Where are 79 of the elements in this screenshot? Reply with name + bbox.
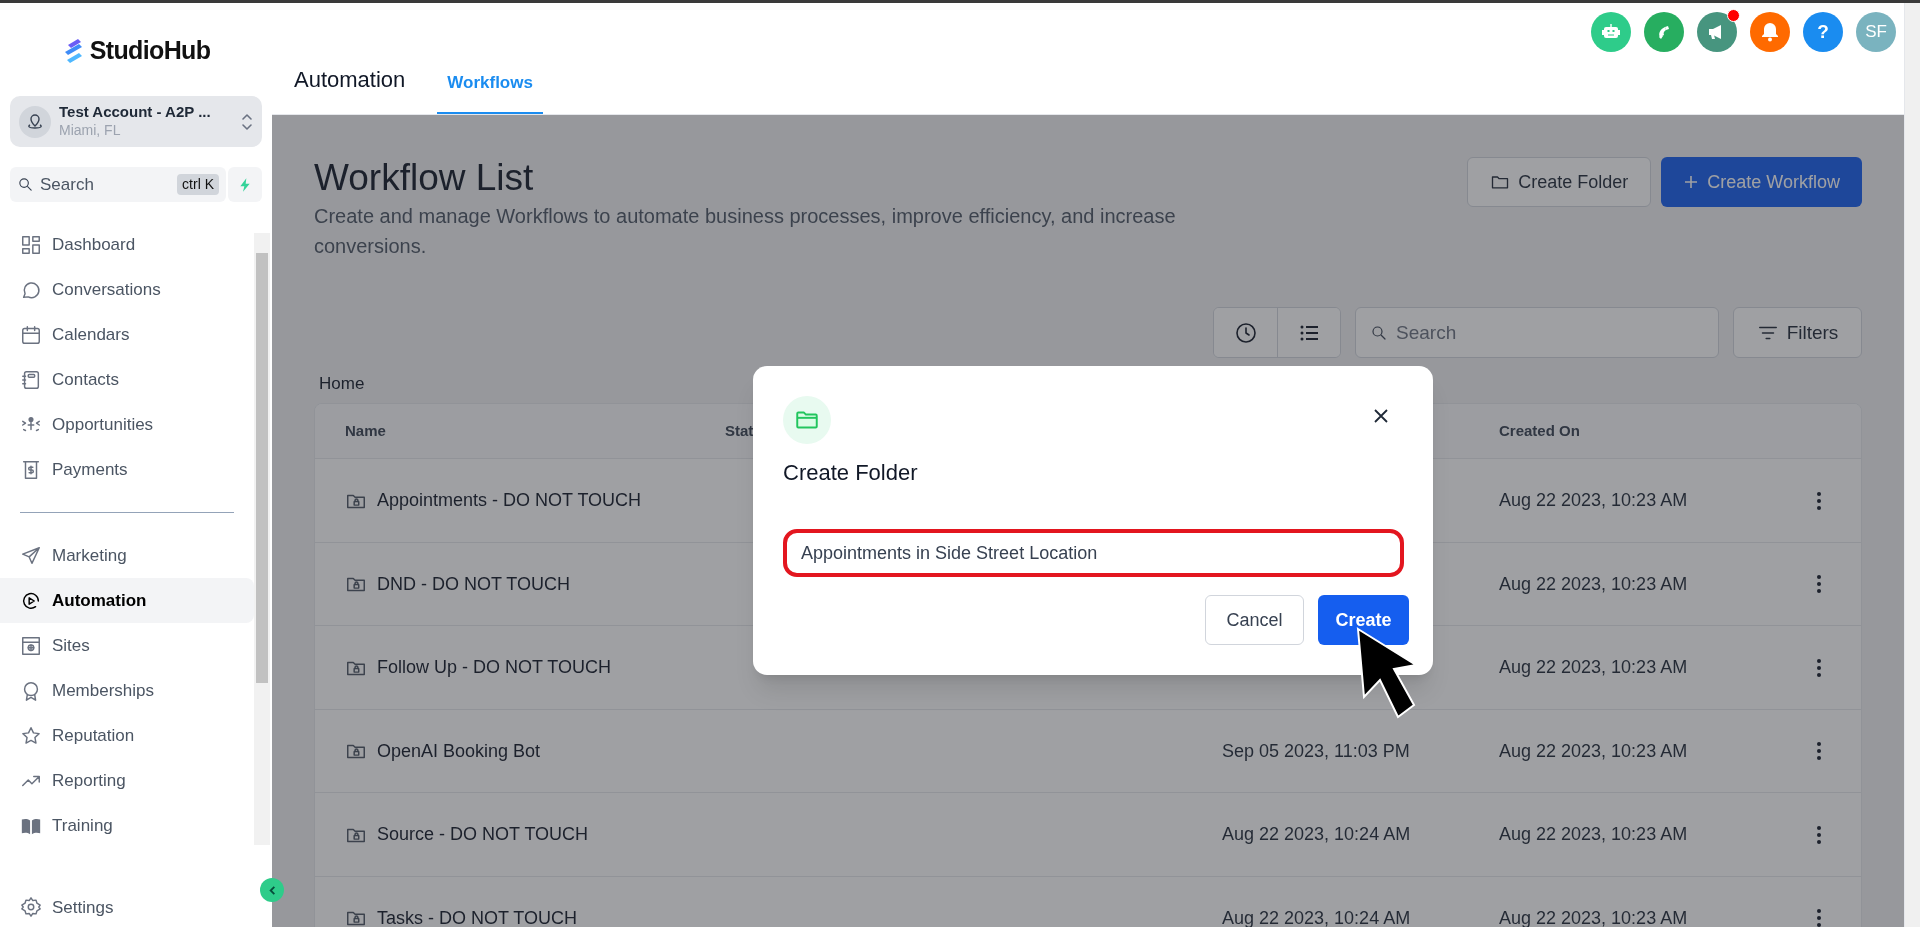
- page-subtitle: Create and manage Workflows to automate business processes, improve efficiency, and increase conversions.: [314, 204, 1177, 260]
- search-icon: [1370, 323, 1388, 342]
- calendar-icon: [20, 323, 42, 346]
- more-options-icon[interactable]: [1817, 909, 1821, 927]
- column-header: Created On: [1499, 422, 1580, 439]
- nav-item[interactable]: Marketing: [0, 533, 254, 579]
- nav-item[interactable]: Payments: [0, 447, 254, 493]
- settings-icon: [20, 896, 42, 919]
- filters-button[interactable]: Filters: [1733, 307, 1862, 359]
- nav-item[interactable]: Opportunities: [0, 402, 254, 448]
- nav-item[interactable]: Calendars: [0, 312, 254, 358]
- table-cell-text: Aug 22 2023, 10:23 AM: [1499, 906, 1688, 927]
- collapse-sidebar-button[interactable]: [260, 878, 284, 902]
- search-icon: [17, 176, 34, 194]
- cancel-button[interactable]: Cancel: [1205, 595, 1304, 645]
- nav-item[interactable]: Reputation: [0, 713, 254, 759]
- address-book-icon: [20, 368, 42, 391]
- chevron-left-icon: [266, 884, 278, 896]
- shortcut-key: ctrl K: [177, 174, 219, 196]
- table-cell-text: Follow Up - DO NOT TOUCH: [377, 656, 612, 679]
- bell-button[interactable]: [1750, 11, 1790, 52]
- table-cell-text: DND - DO NOT TOUCH: [377, 572, 570, 596]
- page-title: Workflow List: [314, 156, 535, 200]
- table-cell-text: Aug 22 2023, 10:24 AM: [1222, 823, 1411, 846]
- nav-item[interactable]: Contacts: [0, 357, 254, 403]
- nav-item[interactable]: Memberships: [0, 668, 254, 714]
- phone-button[interactable]: [1644, 11, 1684, 52]
- more-options-icon[interactable]: [1817, 491, 1821, 510]
- dialog-title: Create Folder: [783, 459, 919, 487]
- search-placeholder: Search: [40, 173, 95, 196]
- create-folder-button[interactable]: Create Folder: [1467, 157, 1652, 207]
- table-cell-text: Aug 22 2023, 10:23 AM: [1499, 823, 1688, 846]
- more-options-icon[interactable]: [1817, 742, 1821, 760]
- chevron-up-down-icon: [241, 111, 253, 132]
- table-cell-text: Aug 22 2023, 10:23 AM: [1499, 739, 1688, 763]
- create-button[interactable]: Create: [1318, 595, 1409, 645]
- plus-icon: [1683, 174, 1700, 190]
- web-page-icon: [20, 634, 42, 657]
- nav-item[interactable]: Settings: [0, 887, 272, 927]
- search-placeholder: Search: [1396, 320, 1457, 345]
- nav-item[interactable]: Reporting: [0, 758, 254, 804]
- column-header: Stat: [725, 422, 754, 439]
- table-cell-text: Source - DO NOT TOUCH: [377, 823, 589, 846]
- star-icon: [20, 724, 42, 747]
- nav-item[interactable]: Sites: [0, 623, 254, 669]
- table-cell-text: OpenAI Booking Bot: [377, 739, 541, 763]
- table-cell-text: Tasks - DO NOT TOUCH: [377, 906, 578, 927]
- folder-icon: [783, 396, 831, 444]
- table-cell-text: Sep 05 2023, 11:03 PM: [1222, 739, 1410, 763]
- paper-plane-icon: [20, 544, 42, 567]
- clock-icon: [1233, 320, 1258, 345]
- account-switcher[interactable]: Test Account - A2P ... Miami, FL: [10, 96, 262, 148]
- page-section-title: Automation: [294, 66, 406, 94]
- brand-name: StudioHub: [89, 35, 211, 67]
- breadcrumb: Home: [319, 373, 366, 396]
- nav-item[interactable]: Dashboard: [0, 222, 254, 268]
- table-cell-text: Appointments - DO NOT TOUCH: [377, 489, 642, 512]
- nav-item[interactable]: Automation: [0, 578, 254, 624]
- nav-item[interactable]: Training: [0, 803, 254, 849]
- dashboard-icon: [20, 233, 42, 256]
- more-options-icon[interactable]: [1817, 658, 1821, 677]
- page-scrollbar[interactable]: [1904, 3, 1920, 927]
- table-cell-text: Aug 22 2023, 10:24 AM: [1222, 906, 1411, 927]
- more-options-icon[interactable]: [1817, 825, 1821, 844]
- location-pin-icon: [19, 105, 51, 138]
- receipt-icon: [20, 458, 42, 481]
- table-cell-text: Aug 22 2023, 10:23 AM: [1499, 489, 1688, 512]
- sidebar-scrollbar[interactable]: [254, 233, 270, 845]
- folder-name-field[interactable]: Appointments in Side Street Location: [783, 529, 1404, 577]
- account-location: Miami, FL: [59, 122, 122, 140]
- view-toggle-button[interactable]: [1277, 308, 1340, 358]
- column-header: Name: [345, 422, 386, 439]
- search-field[interactable]: Search ctrl K: [10, 167, 226, 203]
- account-name: Test Account - A2P ...: [59, 103, 212, 123]
- table-cell-text: Aug 22 2023, 10:23 AM: [1499, 656, 1688, 679]
- megaphone-button[interactable]: [1697, 11, 1737, 52]
- nav-item[interactable]: Conversations: [0, 267, 254, 313]
- more-options-icon[interactable]: [1817, 575, 1821, 593]
- table-cell-text: Aug 22 2023, 10:23 AM: [1499, 572, 1688, 596]
